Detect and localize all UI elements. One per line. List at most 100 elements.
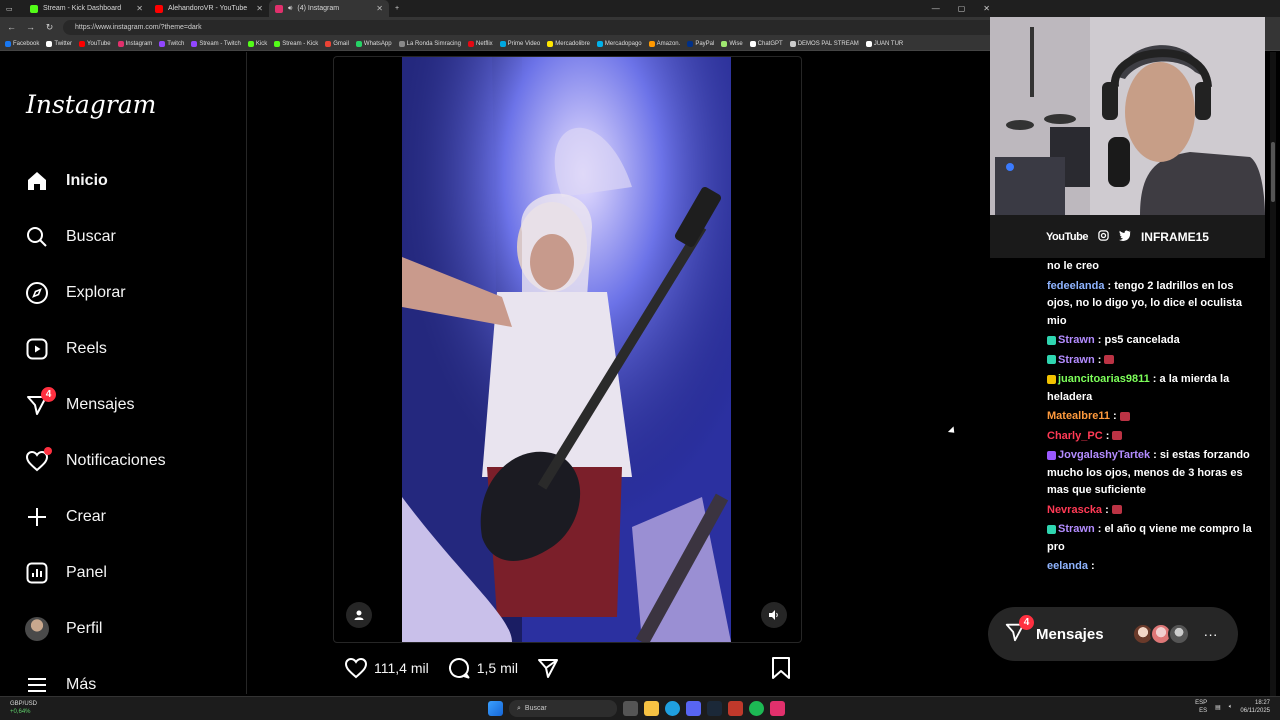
tab-youtube[interactable]: AlehandoroVR - YouTube ✕ — [149, 0, 269, 17]
bookmark-item[interactable]: Gmail — [325, 40, 349, 47]
bookmark-label: Wise — [729, 40, 743, 47]
network-icon[interactable]: ▤ — [1215, 704, 1221, 711]
unmute-button[interactable] — [761, 602, 787, 628]
bookmark-item[interactable]: Instagram — [117, 40, 152, 47]
nav-perfil[interactable]: Perfil — [24, 614, 102, 644]
notification-badge: 4 — [1019, 614, 1034, 630]
clock[interactable]: 18:27 06/11/2025 — [1240, 699, 1270, 715]
tab-kick-dashboard[interactable]: Stream - Kick Dashboard ✕ — [24, 0, 149, 17]
bookmark-item[interactable]: Twitch — [159, 40, 184, 47]
chat-separator: : — [1094, 353, 1105, 366]
close-icon[interactable]: ✕ — [136, 4, 143, 13]
bookmark-icon — [789, 40, 796, 47]
discord-icon[interactable] — [686, 701, 701, 716]
instagram-logo[interactable]: Instagram — [26, 90, 156, 119]
minimize-icon[interactable]: — — [932, 4, 940, 13]
youtube-label: YouTube — [1046, 230, 1088, 243]
volume-icon[interactable]: 🔈︎ — [1229, 704, 1233, 711]
currency-widget[interactable]: GBP/USD +0,64% — [10, 700, 37, 716]
nav-label: Explorar — [66, 284, 126, 301]
scrollbar-thumb[interactable] — [1271, 142, 1275, 202]
app-icon[interactable] — [770, 701, 785, 716]
close-icon[interactable]: ✕ — [256, 4, 263, 13]
bookmark-item[interactable]: Stream - Kick — [274, 40, 318, 47]
nav-reels[interactable]: Reels — [24, 334, 107, 364]
chat-username[interactable]: JovgalashyTartek — [1058, 449, 1150, 461]
nav-panel[interactable]: Panel — [24, 558, 107, 588]
comment-button[interactable]: 1,5 mil — [447, 656, 518, 680]
nav-buscar[interactable]: Buscar — [24, 222, 116, 252]
save-button[interactable] — [770, 656, 792, 680]
tab-actions-icon[interactable]: ▭ — [0, 0, 24, 17]
chat-username[interactable]: Strawn — [1058, 354, 1095, 366]
chat-username[interactable]: Charly_PC — [1047, 430, 1103, 442]
nav-inicio[interactable]: Inicio — [24, 166, 108, 196]
new-tab-button[interactable]: + — [389, 0, 405, 17]
more-icon[interactable]: ··· — [1204, 626, 1218, 642]
bookmark-item[interactable]: Kick — [247, 40, 267, 47]
chat-username[interactable]: fedeelanda — [1047, 280, 1104, 292]
nav-notificaciones[interactable]: Notificaciones — [24, 446, 166, 476]
taskbar-search[interactable]: ⌕ Buscar — [509, 700, 617, 717]
bookmark-item[interactable]: Prime Video — [499, 40, 540, 47]
bookmark-item[interactable]: YouTube — [79, 40, 111, 47]
chat-username[interactable]: Matealbre11 — [1047, 410, 1110, 422]
maximize-icon[interactable]: ▢ — [958, 4, 966, 13]
share-button[interactable] — [536, 656, 560, 680]
file-explorer-icon[interactable] — [644, 701, 659, 716]
edge-icon[interactable] — [665, 701, 680, 716]
close-window-icon[interactable]: ✕ — [983, 4, 990, 13]
instagram-sidebar: Instagram Inicio Buscar Explorar Reels 4… — [0, 52, 247, 694]
messages-pill[interactable]: 4 Mensajes ··· — [988, 607, 1238, 661]
windows-start-icon[interactable] — [488, 701, 503, 716]
reload-icon[interactable]: ↻ — [44, 22, 55, 33]
stream-chat: no le creo fedeelanda : tengo 2 ladrillos… — [1047, 258, 1262, 578]
chat-username[interactable]: juancitoarias9811 — [1058, 373, 1150, 385]
forward-icon[interactable]: → — [25, 22, 36, 32]
bookmark-item[interactable]: PayPal — [687, 40, 714, 47]
reel-video[interactable] — [402, 57, 731, 642]
chat-username[interactable]: eelanda — [1047, 560, 1088, 572]
back-icon[interactable]: ← — [6, 22, 17, 32]
tab-instagram[interactable]: 🔊︎ (4) Instagram ✕ — [269, 0, 389, 17]
chat-username[interactable]: Strawn — [1058, 523, 1095, 535]
chat-username[interactable]: Nevrascka — [1047, 504, 1102, 516]
bookmark-item[interactable]: WhatsApp — [355, 40, 392, 47]
tagged-users-button[interactable] — [346, 602, 372, 628]
chat-message: Strawn : — [1047, 352, 1262, 370]
nav-crear[interactable]: Crear — [24, 502, 106, 532]
close-icon[interactable]: ✕ — [376, 4, 383, 13]
chat-username[interactable]: Strawn — [1058, 334, 1095, 346]
bookmark-item[interactable]: Mercadopago — [596, 40, 642, 47]
spotify-icon[interactable] — [749, 701, 764, 716]
bookmark-item[interactable]: Wise — [721, 40, 743, 47]
nav-mensajes[interactable]: 4 Mensajes — [24, 387, 134, 420]
nav-explorar[interactable]: Explorar — [24, 278, 126, 308]
scrollbar[interactable] — [1270, 52, 1276, 696]
bookmark-label: WhatsApp — [363, 40, 392, 47]
bookmark-item[interactable]: DEMOS PAL STREAM — [789, 40, 859, 47]
task-view-icon[interactable] — [623, 701, 638, 716]
compass-icon — [24, 280, 50, 306]
bookmark-item[interactable]: Facebook — [5, 40, 39, 47]
app-icon[interactable] — [728, 701, 743, 716]
bookmark-item[interactable]: Twitter — [46, 40, 72, 47]
bookmark-item[interactable]: Amazon. — [648, 40, 681, 47]
bookmark-item[interactable]: Mercadolibre — [547, 40, 590, 47]
browser-tab-bar: ▭ Stream - Kick Dashboard ✕ AlehandoroVR… — [0, 0, 1280, 17]
bookmark-item[interactable]: JUAN TUR — [865, 40, 903, 47]
bookmark-item[interactable]: ChatGPT — [749, 40, 783, 47]
bookmark-label: Amazon. — [656, 40, 681, 47]
chat-message: fedeelanda : tengo 2 ladrillos en los oj… — [1047, 278, 1262, 331]
steam-icon[interactable] — [707, 701, 722, 716]
bookmark-item[interactable]: Stream - Twitch — [191, 40, 241, 47]
url-field[interactable]: https://www.instagram.com/?theme=dark — [63, 19, 1003, 35]
bookmark-item[interactable]: La Ronda Simracing — [398, 40, 461, 47]
chart-icon — [24, 560, 50, 586]
language-indicator[interactable]: ESP ES — [1195, 699, 1207, 715]
bookmark-item[interactable]: Netflix — [467, 40, 493, 47]
bookmark-icon — [5, 40, 11, 47]
tab-label: (4) Instagram — [297, 5, 340, 12]
bookmark-icon — [499, 40, 506, 47]
like-button[interactable]: 111,4 mil — [344, 656, 429, 680]
